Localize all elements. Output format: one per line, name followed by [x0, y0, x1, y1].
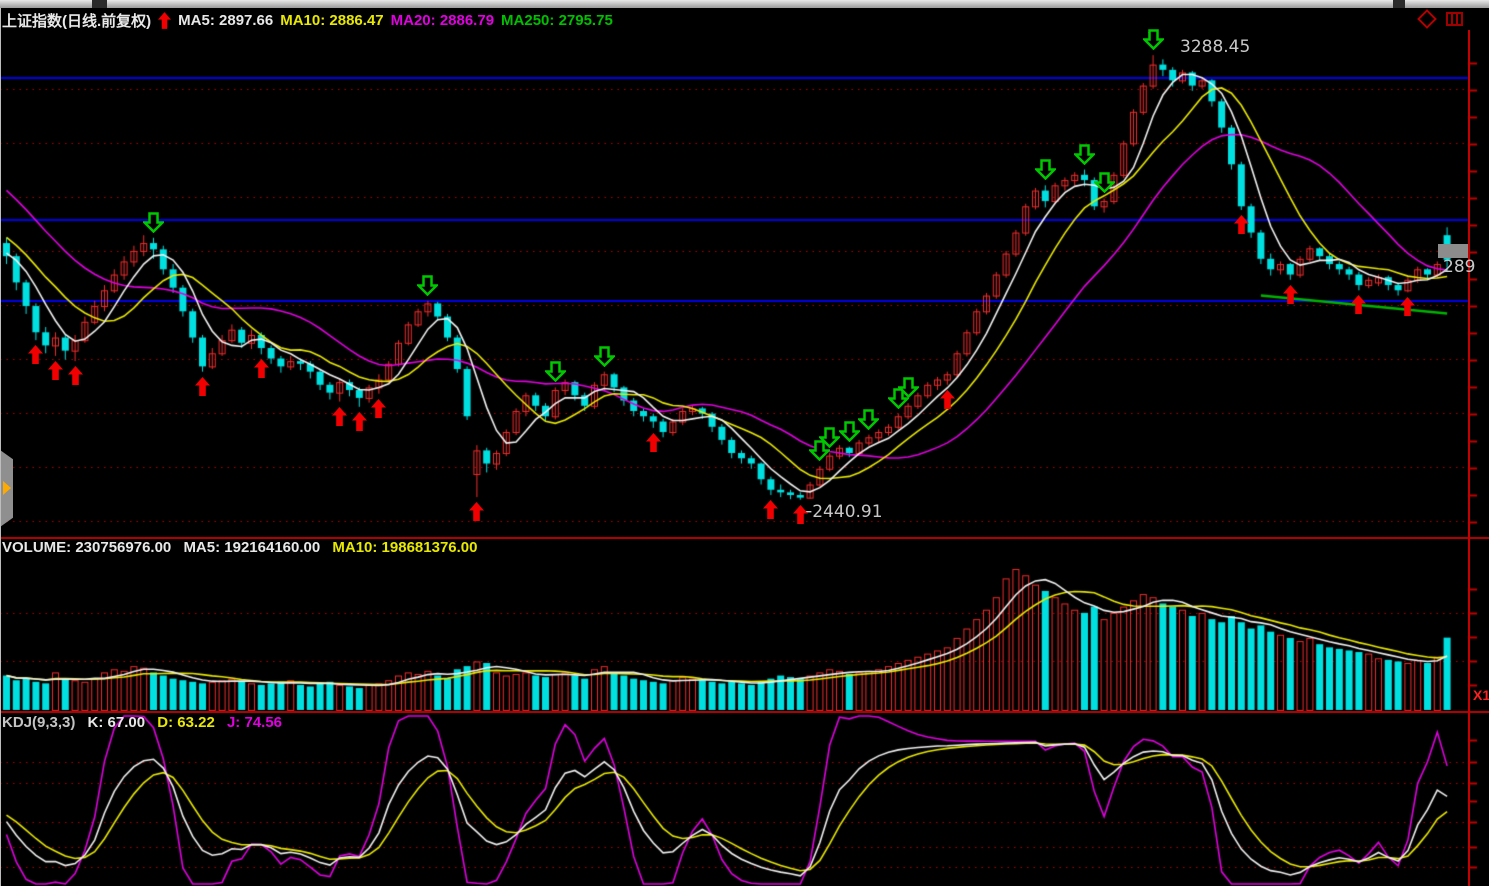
peak-flag-icon: ⚑ [1146, 30, 1157, 44]
kdj-j-value: J: 74.56 [227, 714, 282, 731]
grid-window-icon[interactable] [1446, 12, 1463, 26]
symbol-title: 上证指数(日线.前复权) [2, 10, 151, 31]
volume-pane-header: VOLUME: 230756976.00 MA5: 192164160.00 M… [2, 539, 485, 556]
window-left-border [0, 8, 1, 886]
high-price-label: 3288.45 [1180, 37, 1250, 57]
sidebar-collapse-tab[interactable] [0, 450, 13, 527]
kdj-label: KDJ(9,3,3) [2, 714, 75, 731]
diamond-icon[interactable] [1417, 9, 1437, 29]
strip-notch [92, 0, 107, 8]
expand-arrow-icon [3, 481, 11, 495]
ma250-value: MA250: 2795.75 [501, 12, 613, 29]
kdj-pane-header: KDJ(9,3,3) K: 67.00 D: 63.22 J: 74.56 [2, 714, 290, 731]
chart-canvas[interactable] [0, 0, 1489, 886]
ma10-value: MA10: 2886.47 [280, 12, 383, 29]
volume-ma5-value: MA5: 192164160.00 [183, 539, 320, 556]
low-price-label: ←2440.91 [798, 502, 883, 522]
ma20-value: MA20: 2886.79 [391, 12, 494, 29]
scale-multiplier-label: X1 [1473, 687, 1489, 703]
volume-ma10-value: MA10: 198681376.00 [332, 539, 477, 556]
ma5-value: MA5: 2897.66 [178, 12, 273, 29]
chart-header-bar: 上证指数(日线.前复权) MA5: 2897.66 MA10: 2886.47 … [2, 9, 1402, 31]
last-price-text: 289 [1443, 257, 1475, 277]
kdj-d-value: D: 63.22 [157, 714, 215, 731]
right-axis-line [1468, 30, 1470, 886]
strip-notch [1393, 0, 1405, 8]
trading-app-window: 上证指数(日线.前复权) MA5: 2897.66 MA10: 2886.47 … [0, 0, 1489, 886]
kdj-k-value: K: 67.00 [88, 714, 146, 731]
volume-value: VOLUME: 230756976.00 [2, 539, 171, 556]
up-arrow-icon [158, 12, 171, 29]
last-price-tag [1438, 244, 1468, 258]
window-top-strip [0, 0, 1489, 8]
pane-separator [0, 711, 1489, 713]
